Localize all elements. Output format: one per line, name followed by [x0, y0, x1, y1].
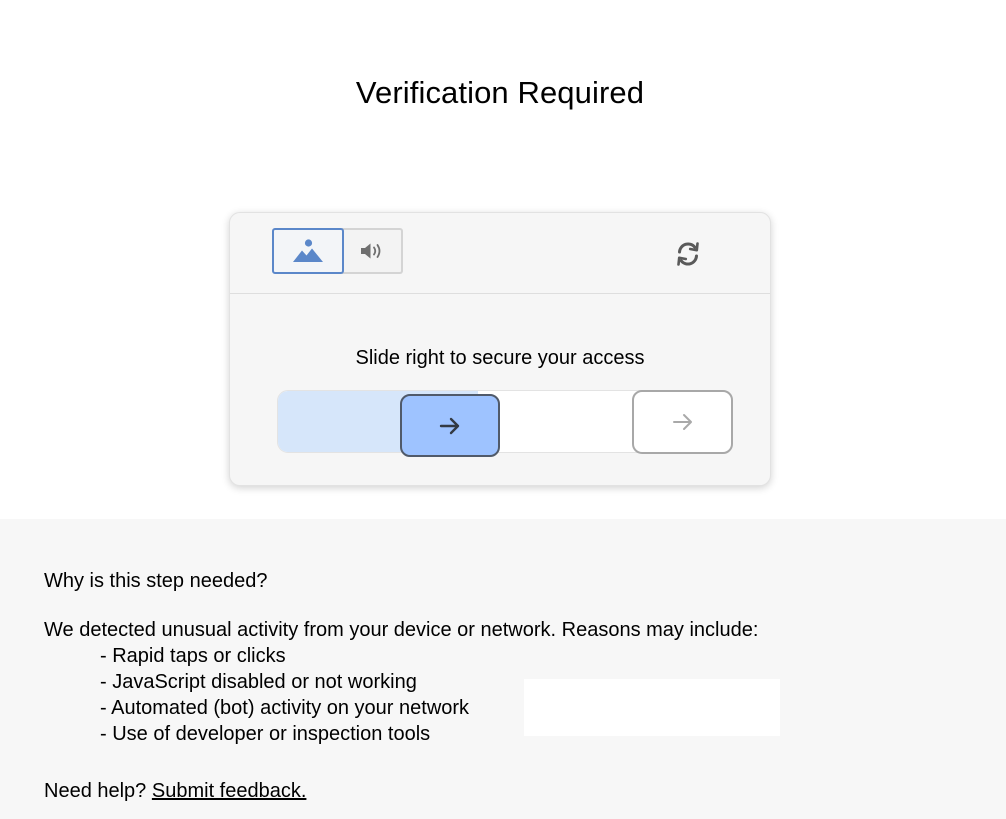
info-section: Why is this step needed? We detected unu…	[0, 519, 1006, 819]
list-item: - Use of developer or inspection tools	[100, 723, 431, 745]
image-mode-button[interactable]	[272, 228, 344, 274]
slide-instruction: Slide right to secure your access	[355, 347, 645, 369]
captcha-widget: Slide right to secure your access	[229, 212, 771, 486]
refresh-button[interactable]	[670, 237, 706, 271]
audio-mode-button[interactable]	[342, 228, 403, 274]
reasons-list: - Rapid taps or clicks - JavaScript disa…	[100, 643, 469, 747]
help-prefix: Need help?	[44, 780, 147, 802]
submit-feedback-link[interactable]: Submit feedback.	[152, 780, 307, 802]
info-intro: We detected unusual activity from your d…	[44, 619, 759, 641]
list-item: - Rapid taps or clicks	[100, 645, 286, 667]
arrow-right-icon	[672, 414, 692, 430]
slider-target	[632, 390, 733, 454]
slider-handle[interactable]	[400, 394, 500, 457]
slider-track[interactable]	[277, 390, 733, 457]
list-item: - Automated (bot) activity on your netwo…	[100, 697, 470, 719]
help-line: Need help? Submit feedback.	[44, 778, 306, 804]
arrow-right-icon	[439, 417, 460, 434]
speaker-icon	[360, 243, 380, 259]
blank-placeholder	[524, 679, 780, 736]
captcha-toolbar	[230, 213, 770, 294]
refresh-icon	[677, 242, 699, 266]
page-title: Verification Required	[355, 75, 645, 110]
info-heading: Why is this step needed?	[44, 570, 268, 592]
image-mountain-icon	[293, 239, 323, 262]
list-item: - JavaScript disabled or not working	[100, 671, 417, 693]
